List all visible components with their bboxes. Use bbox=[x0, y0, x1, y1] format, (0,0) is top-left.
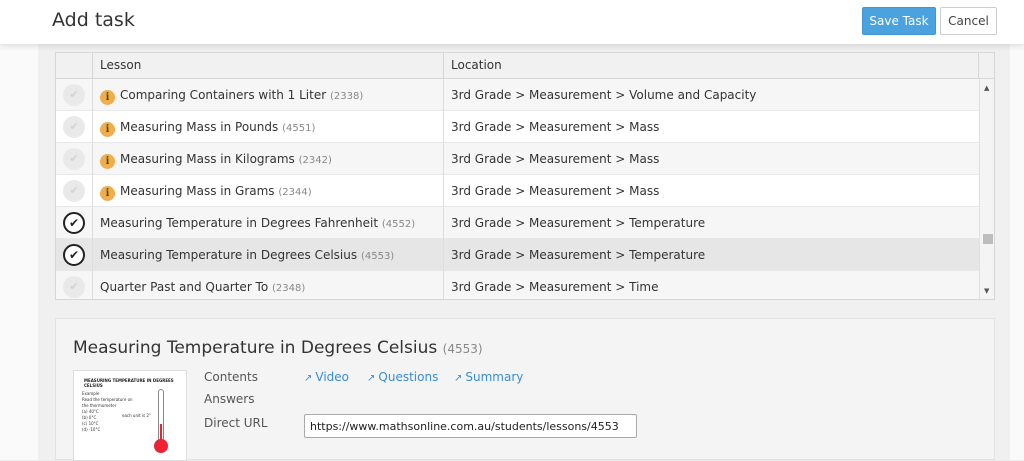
lesson-table: Lesson Location ✔ i Comparing Containers … bbox=[55, 52, 995, 300]
lesson-title: Measuring Mass in Grams bbox=[120, 184, 275, 198]
video-link-text[interactable]: Video bbox=[315, 370, 349, 384]
lesson-title: Comparing Containers with 1 Liter bbox=[120, 88, 327, 102]
lesson-code: (4551) bbox=[282, 123, 316, 134]
lesson-title: Measuring Mass in Kilograms bbox=[120, 152, 295, 166]
lesson-cell: i Comparing Containers with 1 Liter (2338… bbox=[93, 79, 444, 111]
lesson-title: Measuring Mass in Pounds bbox=[120, 120, 279, 134]
lesson-cell: Measuring Temperature in Degrees Fahrenh… bbox=[93, 207, 444, 239]
thumbnail-text: Example Read the temperature on the ther… bbox=[82, 391, 133, 433]
direct-url-label: Direct URL bbox=[204, 416, 268, 430]
lesson-cell: i Measuring Mass in Grams (2344) bbox=[93, 175, 444, 207]
save-task-button[interactable]: Save Task bbox=[862, 7, 936, 35]
info-icon[interactable]: i bbox=[100, 154, 115, 169]
location-cell: 3rd Grade > Measurement > Time bbox=[451, 280, 659, 294]
lesson-cell: i Measuring Mass in Kilograms (2342) bbox=[93, 143, 444, 175]
lesson-code: (2338) bbox=[329, 91, 364, 102]
table-row[interactable]: ✔ i Measuring Mass in Kilograms (2342) 3r… bbox=[56, 143, 979, 175]
check-icon[interactable]: ✔ bbox=[63, 116, 85, 138]
contents-label: Contents bbox=[204, 370, 258, 384]
thermometer-bulb bbox=[154, 439, 168, 453]
select-column-header bbox=[56, 53, 93, 79]
table-row[interactable]: ✔ Quarter Past and Quarter To (2348) 3rd… bbox=[56, 271, 979, 299]
lesson-code: (4552) bbox=[381, 219, 416, 230]
thumbnail-note: each unit is 2° bbox=[122, 413, 151, 418]
external-link-icon: ↗ bbox=[367, 373, 376, 384]
dialog-header: Add task Save Task Cancel bbox=[0, 0, 1024, 44]
left-gutter bbox=[0, 44, 38, 460]
lesson-code: (2348) bbox=[272, 283, 306, 294]
lesson-cell: Quarter Past and Quarter To (2348) bbox=[93, 271, 444, 299]
check-icon[interactable]: ✔ bbox=[63, 84, 85, 106]
table-row[interactable]: ✔ i Comparing Containers with 1 Liter (23… bbox=[56, 79, 979, 111]
cancel-button[interactable]: Cancel bbox=[940, 7, 997, 35]
row-select-cell[interactable]: ✔ bbox=[56, 111, 93, 143]
row-select-cell[interactable]: ✔ bbox=[56, 207, 93, 239]
info-icon[interactable]: i bbox=[100, 186, 115, 201]
thumbnail-heading: MEASURING TEMPERATURE IN DEGREES CELSIUS bbox=[84, 378, 174, 388]
lesson-title: Quarter Past and Quarter To bbox=[100, 280, 269, 294]
check-icon[interactable]: ✔ bbox=[63, 148, 85, 170]
location-cell: 3rd Grade > Measurement > Temperature bbox=[451, 248, 706, 262]
scrollbar-thumb[interactable] bbox=[983, 234, 993, 244]
row-select-cell[interactable]: ✔ bbox=[56, 271, 93, 299]
questions-link[interactable]: ↗ Questions bbox=[367, 370, 438, 384]
thermometer-icon bbox=[158, 389, 164, 445]
table-header: Lesson Location bbox=[56, 53, 994, 79]
questions-link-text[interactable]: Questions bbox=[378, 370, 438, 384]
lesson-cell: Measuring Temperature in Degrees Celsius… bbox=[93, 239, 444, 271]
table-row-selected[interactable]: ✔ Measuring Temperature in Degrees Celsi… bbox=[56, 239, 979, 271]
info-icon[interactable]: i bbox=[100, 90, 115, 105]
location-cell: 3rd Grade > Measurement > Mass bbox=[451, 120, 660, 134]
lesson-column-header[interactable]: Lesson bbox=[93, 53, 444, 79]
info-icon[interactable]: i bbox=[100, 122, 115, 137]
direct-url-field[interactable] bbox=[304, 414, 637, 438]
table-row[interactable]: ✔ Measuring Temperature in Degrees Fahre… bbox=[56, 207, 979, 239]
row-select-cell[interactable]: ✔ bbox=[56, 175, 93, 207]
location-cell: 3rd Grade > Measurement > Mass bbox=[451, 184, 660, 198]
row-select-cell[interactable]: ✔ bbox=[56, 143, 93, 175]
external-link-icon: ↗ bbox=[304, 373, 313, 384]
location-column-header[interactable]: Location bbox=[444, 53, 979, 79]
lesson-thumbnail[interactable]: MEASURING TEMPERATURE IN DEGREES CELSIUS… bbox=[73, 370, 187, 461]
lesson-title: Measuring Temperature in Degrees Fahrenh… bbox=[100, 216, 379, 230]
row-select-cell[interactable]: ✔ bbox=[56, 79, 93, 111]
lesson-detail-panel: Measuring Temperature in Degrees Celsius… bbox=[55, 318, 995, 461]
summary-link-text[interactable]: Summary bbox=[465, 370, 523, 384]
summary-link[interactable]: ↗ Summary bbox=[454, 370, 523, 384]
lesson-cell: i Measuring Mass in Pounds (4551) bbox=[93, 111, 444, 143]
detail-code: (4553) bbox=[442, 342, 483, 356]
table-row[interactable]: ✔ i Measuring Mass in Grams (2344) 3rd Gr… bbox=[56, 175, 979, 207]
check-icon[interactable]: ✔ bbox=[63, 244, 85, 266]
row-select-cell[interactable]: ✔ bbox=[56, 239, 93, 271]
external-link-icon: ↗ bbox=[454, 373, 463, 384]
check-icon[interactable]: ✔ bbox=[63, 276, 85, 298]
table-row[interactable]: ✔ i Measuring Mass in Pounds (4551) 3rd G… bbox=[56, 111, 979, 143]
lesson-title: Measuring Temperature in Degrees Celsius bbox=[100, 248, 358, 262]
video-link[interactable]: ↗ Video bbox=[304, 370, 349, 384]
lesson-code: (2344) bbox=[278, 187, 312, 198]
lesson-code: (4553) bbox=[360, 251, 395, 262]
page-title: Add task bbox=[52, 9, 135, 31]
location-cell: 3rd Grade > Measurement > Temperature bbox=[451, 216, 706, 230]
location-cell: 3rd Grade > Measurement > Volume and Cap… bbox=[451, 88, 757, 102]
right-gutter bbox=[1010, 44, 1024, 460]
lesson-code: (2342) bbox=[298, 155, 332, 166]
thumbnail-line: (d) -10°C bbox=[82, 427, 101, 432]
check-icon[interactable]: ✔ bbox=[63, 212, 85, 234]
answers-label: Answers bbox=[204, 392, 255, 406]
table-scrollbar[interactable]: ▲ ▼ bbox=[979, 79, 994, 299]
detail-title: Measuring Temperature in Degrees Celsius… bbox=[73, 338, 483, 358]
detail-title-text: Measuring Temperature in Degrees Celsius bbox=[73, 338, 438, 358]
scroll-down-icon[interactable]: ▼ bbox=[984, 287, 989, 295]
location-cell: 3rd Grade > Measurement > Mass bbox=[451, 152, 660, 166]
check-icon[interactable]: ✔ bbox=[63, 180, 85, 202]
scroll-up-icon[interactable]: ▲ bbox=[984, 84, 989, 92]
